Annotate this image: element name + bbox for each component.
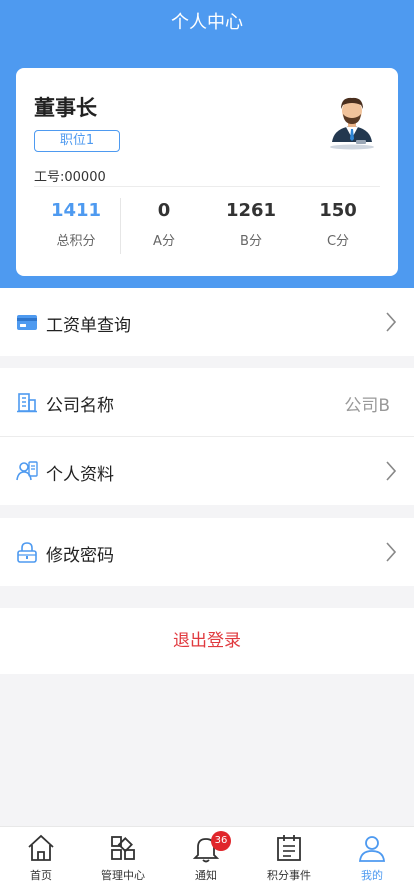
menu-label: 工资单查询 (46, 316, 131, 336)
stat-value: 0 (157, 200, 171, 221)
tab-label: 积分事件 (267, 869, 311, 882)
stat-label: A分 (153, 234, 175, 249)
building-icon (17, 393, 37, 413)
tab-management-center[interactable]: 管理中心 (82, 833, 164, 883)
bottom-tab-bar: 首页 管理中心 36 通知 积分事件 我的 (0, 826, 414, 896)
stat-separator (120, 198, 121, 254)
stat-label: B分 (240, 234, 262, 249)
stat-value: 1261 (225, 200, 277, 221)
menu-company-name: 公司名称 公司B (0, 368, 414, 436)
user-name: 董事长 (34, 96, 97, 120)
menu-change-password[interactable]: 修改密码 (0, 518, 414, 586)
menu-label: 修改密码 (46, 546, 114, 566)
user-icon (359, 836, 385, 862)
tab-label: 我的 (361, 869, 383, 882)
profile-card: 董事长 职位1 工号:00000 1411 总积分 0 A分 1261 B分 1… (16, 68, 398, 276)
stat-label: C分 (326, 234, 350, 249)
lock-icon (17, 542, 37, 563)
stat-a-points[interactable]: 0 A分 (124, 200, 204, 249)
wallet-card-icon (17, 315, 37, 330)
tab-points-events[interactable]: 积分事件 (248, 833, 330, 883)
user-profile-icon (16, 461, 38, 481)
chevron-right-icon (386, 542, 396, 562)
tab-label: 管理中心 (101, 869, 145, 882)
tab-mine[interactable]: 我的 (331, 833, 413, 883)
grid-apps-icon (111, 836, 135, 860)
position-badge: 职位1 (34, 130, 120, 152)
tab-label: 通知 (195, 869, 217, 882)
home-icon (28, 834, 54, 861)
company-value: 公司B (344, 396, 390, 416)
menu-label: 公司名称 (46, 396, 114, 416)
menu-personal-info[interactable]: 个人资料 (0, 437, 414, 505)
tab-home[interactable]: 首页 (0, 833, 82, 883)
stat-b-points[interactable]: 1261 B分 (211, 200, 291, 249)
avatar (330, 97, 374, 150)
stat-value: 1411 (50, 200, 102, 221)
chevron-right-icon (386, 312, 396, 332)
card-divider (34, 186, 380, 187)
tab-notifications[interactable]: 36 通知 (165, 831, 247, 883)
tab-label: 首页 (30, 869, 52, 882)
page-title: 个人中心 (171, 12, 243, 33)
clipboard-list-icon (277, 835, 301, 861)
menu-label: 个人资料 (46, 465, 114, 485)
logout-button[interactable]: 退出登录 (0, 608, 414, 674)
employee-id: 工号:00000 (34, 170, 106, 185)
notification-count-badge: 36 (211, 831, 231, 851)
menu-salary-query[interactable]: 工资单查询 (0, 288, 414, 356)
stat-c-points[interactable]: 150 C分 (298, 200, 378, 249)
chevron-right-icon (386, 461, 396, 481)
stat-value: 150 (319, 200, 357, 221)
stat-label: 总积分 (56, 234, 96, 249)
stat-total-points[interactable]: 1411 总积分 (36, 200, 116, 249)
